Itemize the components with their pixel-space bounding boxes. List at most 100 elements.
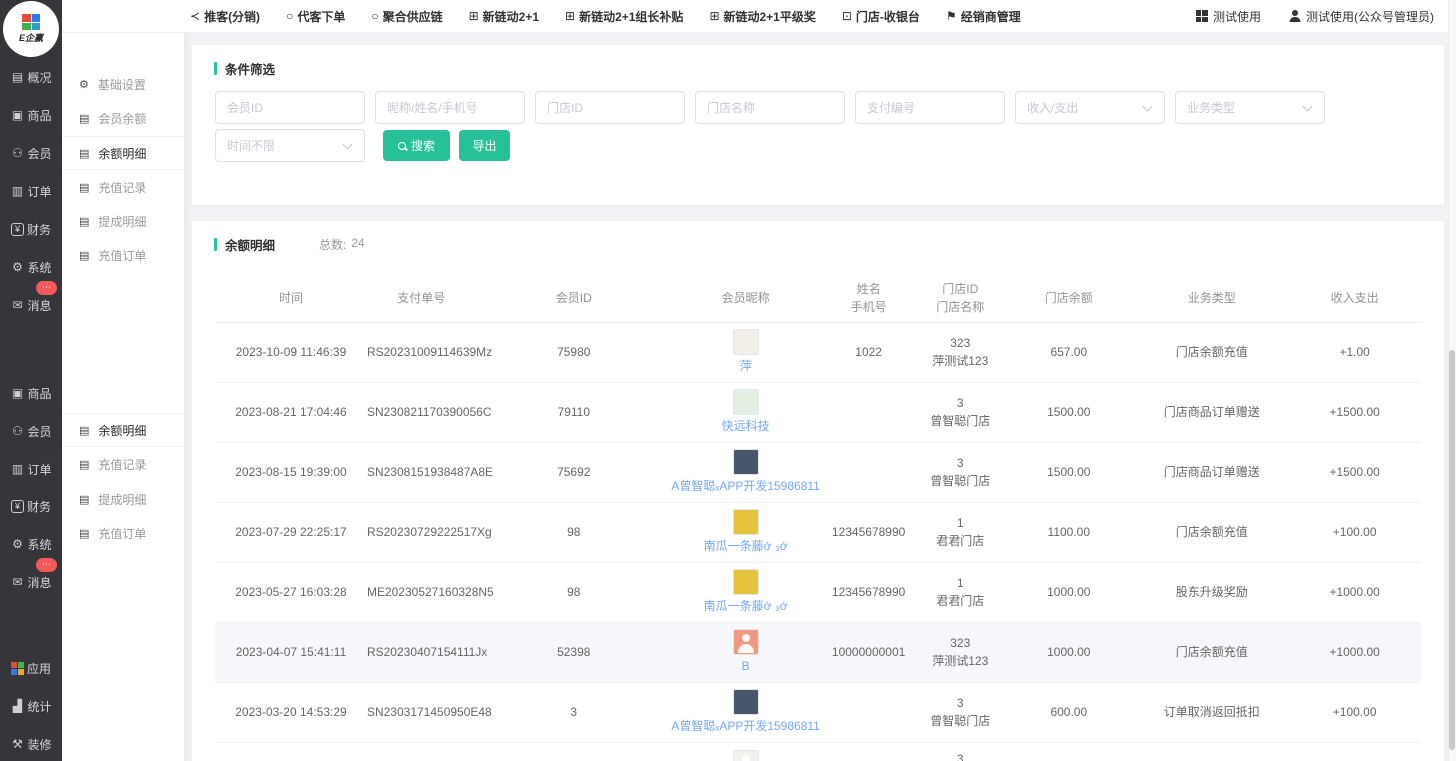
nav-label: 推客(分销) xyxy=(204,8,260,25)
clipboard-icon: ▤ xyxy=(79,493,89,506)
sidebar-item-members-2[interactable]: ⚇ 会员 xyxy=(0,419,62,443)
nav-juhe-gongyinglian[interactable]: ○ 聚合供应链 xyxy=(371,8,442,25)
nav-xinliandong-2plus1[interactable]: ⊞ 新链动2+1 xyxy=(469,8,539,25)
nav-label: 代客下单 xyxy=(297,8,345,25)
sidebar-item-overview[interactable]: ▤ 概况 xyxy=(0,65,62,89)
submenu-member-balance[interactable]: ▤ 会员余额 xyxy=(62,101,185,135)
scrollbar-thumb[interactable] xyxy=(1449,350,1455,750)
brand-logo[interactable]: E企赢 xyxy=(3,1,59,57)
sidebar-item-statistics[interactable]: ▟ 统计 xyxy=(0,694,62,718)
store-id-input[interactable] xyxy=(535,91,685,124)
sidebar-item-system-2[interactable]: ⚙ 系统 xyxy=(0,532,62,556)
search-button[interactable]: 搜索 xyxy=(383,130,450,161)
nickname-link[interactable]: A曾智聪ₓAPP开发15986811 xyxy=(671,477,819,495)
nav-jingxiaoshang-guanli[interactable]: ⚑ 经销商管理 xyxy=(946,8,1021,25)
table-row[interactable]: 2023-05-27 16:03:28 ME20230527160328N5 9… xyxy=(215,562,1421,622)
sidebar-item-goods[interactable]: ▣ 商品 xyxy=(0,103,62,127)
chevron-down-icon xyxy=(343,140,353,150)
sidebar-item-finance-2[interactable]: ¥ 财务 xyxy=(0,494,62,518)
search-icon xyxy=(398,142,406,150)
nickname-link[interactable]: B xyxy=(742,657,750,675)
sidebar-item-messages[interactable]: ✉ 消息 xyxy=(0,293,62,317)
table-row[interactable]: 2023-04-07 15:41:11 RS20230407154111Jx 5… xyxy=(215,622,1421,682)
workspace-label: 测试使用 xyxy=(1213,8,1261,25)
nickname-link[interactable]: 南瓜一条藤ớ ₃ớ xyxy=(704,597,788,615)
sidebar-item-goods-2[interactable]: ▣ 商品 xyxy=(0,381,62,405)
submenu-balance-detail[interactable]: ▤ 余额明细 xyxy=(62,136,185,170)
table-row[interactable]: 2023-03-20 14:53:29 SN2303171450950E48 3… xyxy=(215,682,1421,742)
nav-pingji-jiang[interactable]: ⊞ 新链动2+1平级奖 xyxy=(709,8,815,25)
sidebar-item-orders[interactable]: ▥ 订单 xyxy=(0,179,62,203)
workspace-switcher[interactable]: 测试使用 xyxy=(1196,8,1261,25)
sidebar-item-apps[interactable]: 应用 xyxy=(0,656,62,680)
nickname-link[interactable]: 快远科技 xyxy=(722,417,770,435)
store-name: 萍测试123 xyxy=(918,352,1002,370)
member-id-input[interactable] xyxy=(215,91,365,124)
table-row[interactable]: 2023-10-09 11:46:39 RS20231009114639Mz 7… xyxy=(215,322,1421,382)
cell-store: 323 萍测试123 xyxy=(918,322,1002,382)
dashboard-grid-icon xyxy=(1196,10,1208,22)
export-button-label: 导出 xyxy=(472,137,496,154)
store-id: 323 xyxy=(918,334,1002,352)
filter-title: 条件筛选 xyxy=(225,59,275,78)
sidebar-item-decorate[interactable]: ⚒ 装修 xyxy=(0,732,62,756)
export-button[interactable]: 导出 xyxy=(459,130,510,161)
submenu-balance-detail-2[interactable]: ▤ 余额明细 xyxy=(62,413,185,447)
table-row[interactable]: 2023-08-15 19:39:00 SN2308151938487A8E 7… xyxy=(215,442,1421,502)
nickname-link[interactable]: 南瓜一条藤ớ ₃ớ xyxy=(704,537,788,555)
clipboard-icon: ▤ xyxy=(79,527,89,540)
chevron-down-icon xyxy=(1303,102,1313,112)
time-range-select[interactable]: 时间不限 xyxy=(215,129,365,162)
clipboard-icon: ▤ xyxy=(79,181,89,194)
submenu-recharge-records[interactable]: ▤ 充值记录 xyxy=(62,170,185,204)
submenu-label: 余额明细 xyxy=(98,422,146,439)
sidebar-item-messages-2[interactable]: ✉ 消息 xyxy=(0,570,62,594)
nav-label: 新链动2+1平级奖 xyxy=(724,8,816,25)
cell-phone: 1022 xyxy=(819,322,918,382)
biz-type-select[interactable]: 业务类型 xyxy=(1175,91,1325,124)
grid-icon: ⊞ xyxy=(565,9,575,23)
balance-detail-table: 时间 支付单号 会员ID 会员昵称 姓名 手机号 门店ID 门店名称 门店余额 xyxy=(215,274,1421,761)
in-out-select[interactable]: 收入/支出 xyxy=(1015,91,1165,124)
nav-daike-xiadan[interactable]: ○ 代客下单 xyxy=(286,8,345,25)
submenu-commission-detail-2[interactable]: ▤ 提成明细 xyxy=(62,482,185,516)
store-id: 323 xyxy=(918,634,1002,652)
submenu-commission-detail[interactable]: ▤ 提成明细 xyxy=(62,204,185,238)
cell-biz-type: 门店商品订单赠送 xyxy=(1135,382,1288,442)
cell-phone xyxy=(819,442,918,502)
apps-grid-icon xyxy=(11,662,24,675)
nav-tuike-fenxiao[interactable]: ≺ 推客(分销) xyxy=(190,8,260,25)
nickname-input[interactable] xyxy=(375,91,525,124)
sidebar-item-system[interactable]: ⚙ 系统 xyxy=(0,255,62,279)
secondary-sidebar: ⚙ 基础设置 ▤ 会员余额 ▤ 余额明细 ▤ 充值记录 ▤ 提成明细 ▤ 充值订… xyxy=(62,33,185,761)
avatar xyxy=(733,389,759,415)
sidebar-item-members[interactable]: ⚇ 会员 xyxy=(0,141,62,165)
cell-biz-type: 门店商品订单赠送 xyxy=(1135,442,1288,502)
submenu-basic-settings[interactable]: ⚙ 基础设置 xyxy=(62,67,185,101)
table-row[interactable]: 2023-07-29 22:25:17 RS20230729222517Xg 9… xyxy=(215,502,1421,562)
submenu-label: 基础设置 xyxy=(98,76,146,93)
cell-time: 2023-08-15 19:39:00 xyxy=(215,442,367,502)
nickname-link[interactable]: A曾智聪ₓAPP开发15986811 xyxy=(671,717,819,735)
store-name: 曾智聪门店 xyxy=(918,712,1002,730)
cell-store: 1 君君门店 xyxy=(918,562,1002,622)
sidebar-item-orders-2[interactable]: ▥ 订单 xyxy=(0,457,62,481)
account-menu[interactable]: 测试使用(公众号管理员) xyxy=(1289,8,1434,25)
submenu-recharge-orders[interactable]: ▤ 充值订单 xyxy=(62,238,185,272)
table-row[interactable]: 2023-08-21 17:04:46 SN230821170390056C 7… xyxy=(215,382,1421,442)
vertical-scrollbar[interactable] xyxy=(1448,0,1456,761)
cell-biz-type: 股东升级奖励 xyxy=(1135,562,1288,622)
sidebar-item-finance[interactable]: ¥ 财务 xyxy=(0,217,62,241)
submenu-recharge-records-2[interactable]: ▤ 充值记录 xyxy=(62,447,185,481)
nav-mendian-shouyintai[interactable]: ⊡ 门店-收银台 xyxy=(842,8,920,25)
cell-nickname: 南瓜一条藤ớ ₃ớ xyxy=(672,562,819,622)
nickname-link[interactable]: 萍 xyxy=(740,357,752,375)
pay-no-input[interactable] xyxy=(855,91,1005,124)
store-name-input[interactable] xyxy=(695,91,845,124)
sidebar-label: 财务 xyxy=(27,498,51,515)
submenu-recharge-orders-2[interactable]: ▤ 充值订单 xyxy=(62,516,185,550)
nav-zuzhang-butie[interactable]: ⊞ 新链动2+1组长补贴 xyxy=(565,8,683,25)
table-row[interactable]: 3 xyxy=(215,742,1421,761)
store-id: 3 xyxy=(918,454,1002,472)
col-store-name: 门店名称 xyxy=(918,298,1002,316)
